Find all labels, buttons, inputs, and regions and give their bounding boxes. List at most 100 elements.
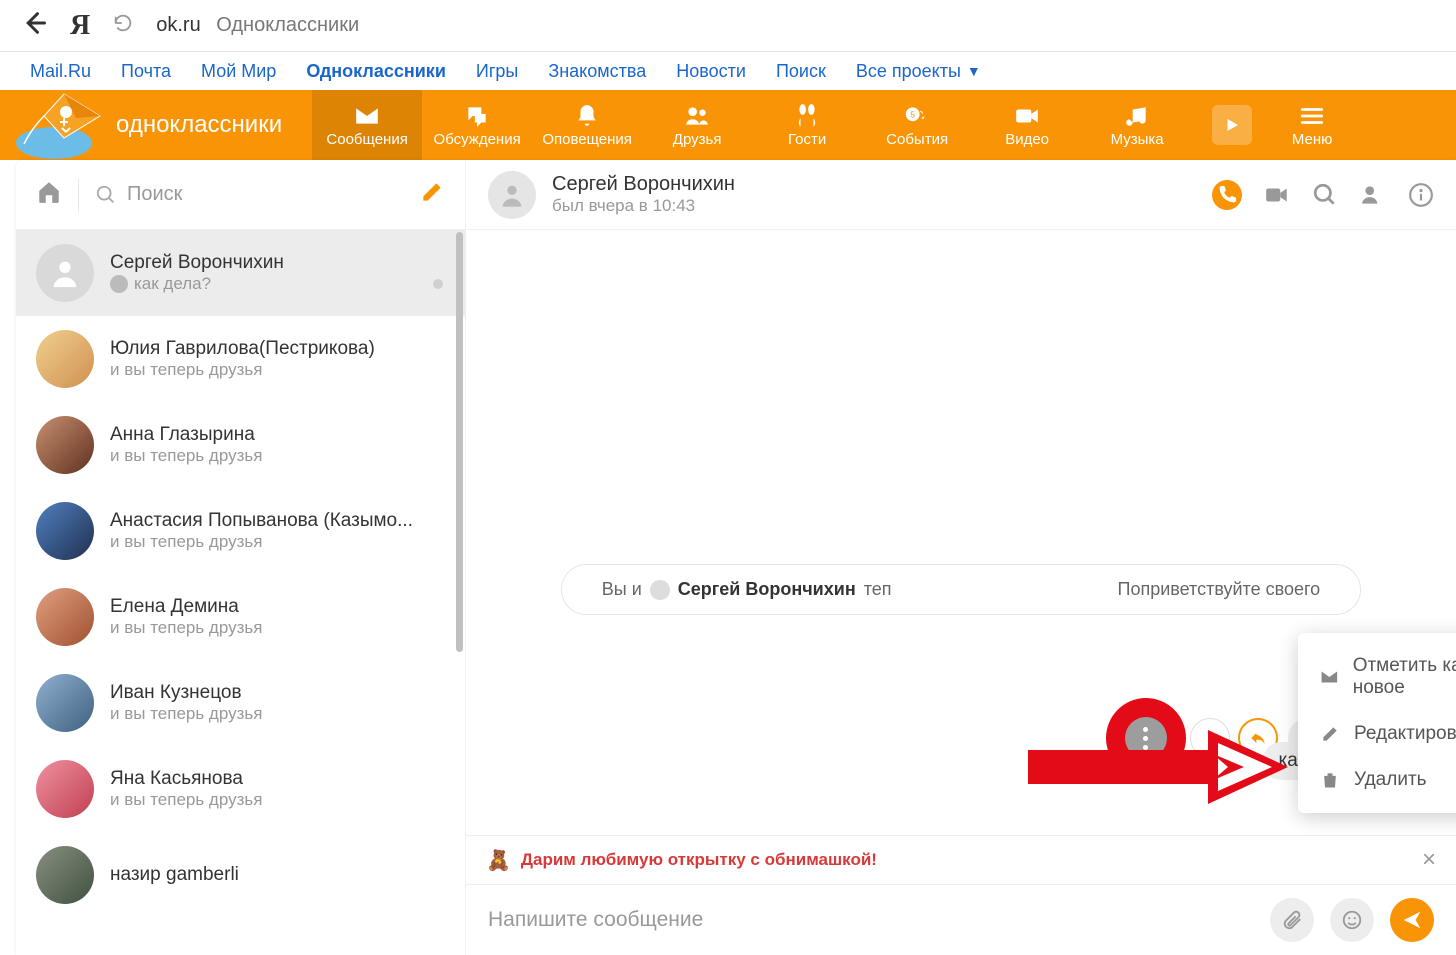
conv-name: Юлия Гаврилова(Пестрикова) — [110, 338, 445, 360]
portal-link[interactable]: Поиск — [776, 61, 826, 82]
conv-preview-text: и вы теперь друзья — [110, 446, 262, 466]
portal-link[interactable]: Игры — [476, 61, 518, 82]
yandex-logo[interactable]: Я — [70, 10, 90, 42]
url-domain: ok.ru — [156, 14, 200, 36]
browser-bar: Я ok.ru Одноклассники — [0, 0, 1456, 52]
mini-avatar — [110, 275, 128, 293]
chevron-down-icon: ▼ — [967, 63, 981, 79]
conv-info: Сергей Ворончихинкак дела? — [110, 252, 445, 294]
avatar — [36, 330, 94, 388]
avatar — [36, 502, 94, 560]
tab-guests[interactable]: Гости — [752, 90, 862, 160]
reload-button[interactable] — [112, 12, 134, 39]
sidebar-toolbar: Поиск — [16, 160, 465, 230]
conversation-item[interactable]: Юлия Гаврилова(Пестрикова)и вы теперь др… — [16, 316, 465, 402]
ctx-mark-new[interactable]: Отметить как новое — [1298, 643, 1456, 711]
chat-contact-status: был вчера в 10:43 — [552, 196, 735, 216]
conversation-item[interactable]: Елена Деминаи вы теперь друзья — [16, 574, 465, 660]
address-bar[interactable]: ok.ru Одноклассники — [156, 14, 359, 37]
search-input[interactable]: Поиск — [95, 183, 403, 206]
conversation-item[interactable]: Иван Кузнецови вы теперь друзья — [16, 660, 465, 746]
portal-link[interactable]: Новости — [676, 61, 746, 82]
chat-contact-name[interactable]: Сергей Ворончихин — [552, 173, 735, 196]
conversation-item[interactable]: назир gamberli — [16, 832, 465, 918]
conversation-item[interactable]: Сергей Ворончихинкак дела? — [16, 230, 465, 316]
video-call-button[interactable] — [1264, 182, 1290, 208]
conv-name: назир gamberli — [110, 864, 445, 886]
annotation-arrow — [1028, 730, 1298, 804]
tab-events[interactable]: 5События — [862, 90, 972, 160]
avatar — [36, 846, 94, 904]
portal-link-more[interactable]: Все проекты — [856, 61, 961, 82]
conv-info: Анна Глазыринаи вы теперь друзья — [110, 424, 445, 466]
ctx-edit[interactable]: Редактировать — [1298, 711, 1456, 757]
info-button[interactable] — [1408, 182, 1434, 208]
conv-name: Елена Демина — [110, 596, 445, 618]
main-content: Поиск Сергей Ворончихинкак дела?Юлия Гав… — [16, 160, 1456, 955]
attach-button[interactable] — [1270, 898, 1314, 942]
bear-icon: 🧸 — [486, 848, 511, 873]
kite-icon — [20, 90, 110, 160]
tab-messages[interactable]: Сообщения — [312, 90, 422, 160]
ctx-label: Отметить как новое — [1353, 655, 1456, 699]
tab-discussions[interactable]: Обсуждения — [422, 90, 532, 160]
portal-link-active[interactable]: Одноклассники — [306, 61, 446, 82]
ctx-delete[interactable]: Удалить — [1298, 757, 1456, 803]
conv-preview: как дела? — [110, 274, 445, 294]
message-input[interactable]: Напишите сообщение — [488, 908, 1254, 932]
mini-avatar — [650, 580, 670, 600]
tab-friends[interactable]: Друзья — [642, 90, 752, 160]
conv-info: Елена Деминаи вы теперь друзья — [110, 596, 445, 638]
menu-label: Меню — [1292, 131, 1333, 148]
chat-header: Сергей Ворончихин был вчера в 10:43 — [466, 160, 1456, 230]
conversations-sidebar: Поиск Сергей Ворончихинкак дела? Юлия Гав… — [16, 160, 466, 955]
friends-notice: Вы и Сергей Ворончихин теп Поприветствуй… — [561, 564, 1361, 615]
portal-link[interactable]: Почта — [121, 61, 171, 82]
tab-label: Обсуждения — [434, 131, 521, 148]
emoji-button[interactable] — [1330, 898, 1374, 942]
tab-label: Гости — [788, 131, 826, 148]
tab-label: Сообщения — [326, 131, 407, 148]
portal-links: Mail.Ru Почта Мой Мир Одноклассники Игры… — [0, 52, 1456, 90]
tab-notifications[interactable]: Оповещения — [532, 90, 642, 160]
conv-info: Юлия Гаврилова(Пестрикова)и вы теперь др… — [110, 338, 445, 380]
conversation-item[interactable]: Анастасия Попыванова (Казымо...и вы тепе… — [16, 488, 465, 574]
home-button[interactable] — [36, 179, 62, 210]
portal-link[interactable]: Знакомства — [548, 61, 646, 82]
compose-button[interactable] — [419, 179, 445, 210]
conv-preview: и вы теперь друзья — [110, 446, 445, 466]
promo-banner[interactable]: 🧸 Дарим любимую открытку с обнимашкой! × — [466, 835, 1456, 885]
avatar[interactable] — [488, 171, 536, 219]
conversation-item[interactable]: Анна Глазыринаи вы теперь друзья — [16, 402, 465, 488]
conv-preview-text: как дела? — [134, 274, 211, 294]
avatar — [36, 244, 94, 302]
search-in-chat-button[interactable] — [1312, 182, 1338, 208]
call-button[interactable] — [1212, 180, 1242, 210]
tab-video[interactable]: Видео — [972, 90, 1082, 160]
conv-preview: и вы теперь друзья — [110, 360, 445, 380]
conversation-item[interactable]: Яна Касьяноваи вы теперь друзья — [16, 746, 465, 832]
menu-button[interactable]: Меню — [1272, 90, 1352, 160]
play-button[interactable] — [1212, 105, 1252, 145]
ok-logo[interactable]: одноклассники — [10, 90, 292, 160]
promo-text: Дарим любимую открытку с обнимашкой! — [521, 850, 877, 870]
send-button[interactable] — [1390, 898, 1434, 942]
conv-preview-text: и вы теперь друзья — [110, 790, 262, 810]
notice-text: Поприветствуйте своего — [1118, 579, 1321, 600]
brand-text: одноклассники — [116, 111, 282, 139]
portal-link[interactable]: Mail.Ru — [30, 61, 91, 82]
conv-preview-text: и вы теперь друзья — [110, 618, 262, 638]
chat-actions — [1212, 180, 1434, 210]
conv-info: Анастасия Попыванова (Казымо...и вы тепе… — [110, 510, 445, 552]
back-button[interactable] — [20, 9, 48, 42]
notice-text: Вы и — [602, 579, 642, 600]
ctx-label: Удалить — [1354, 769, 1427, 791]
nav-tabs: Сообщения Обсуждения Оповещения Друзья Г… — [312, 90, 1192, 160]
chat-pane: Сергей Ворончихин был вчера в 10:43 Вы и… — [466, 160, 1456, 955]
add-person-button[interactable] — [1360, 182, 1386, 208]
close-promo-button[interactable]: × — [1422, 846, 1436, 874]
tab-music[interactable]: Музыка — [1082, 90, 1192, 160]
portal-link[interactable]: Мой Мир — [201, 61, 276, 82]
conversation-list[interactable]: Сергей Ворончихинкак дела? Юлия Гаврилова… — [16, 230, 465, 955]
conv-info: Иван Кузнецови вы теперь друзья — [110, 682, 445, 724]
